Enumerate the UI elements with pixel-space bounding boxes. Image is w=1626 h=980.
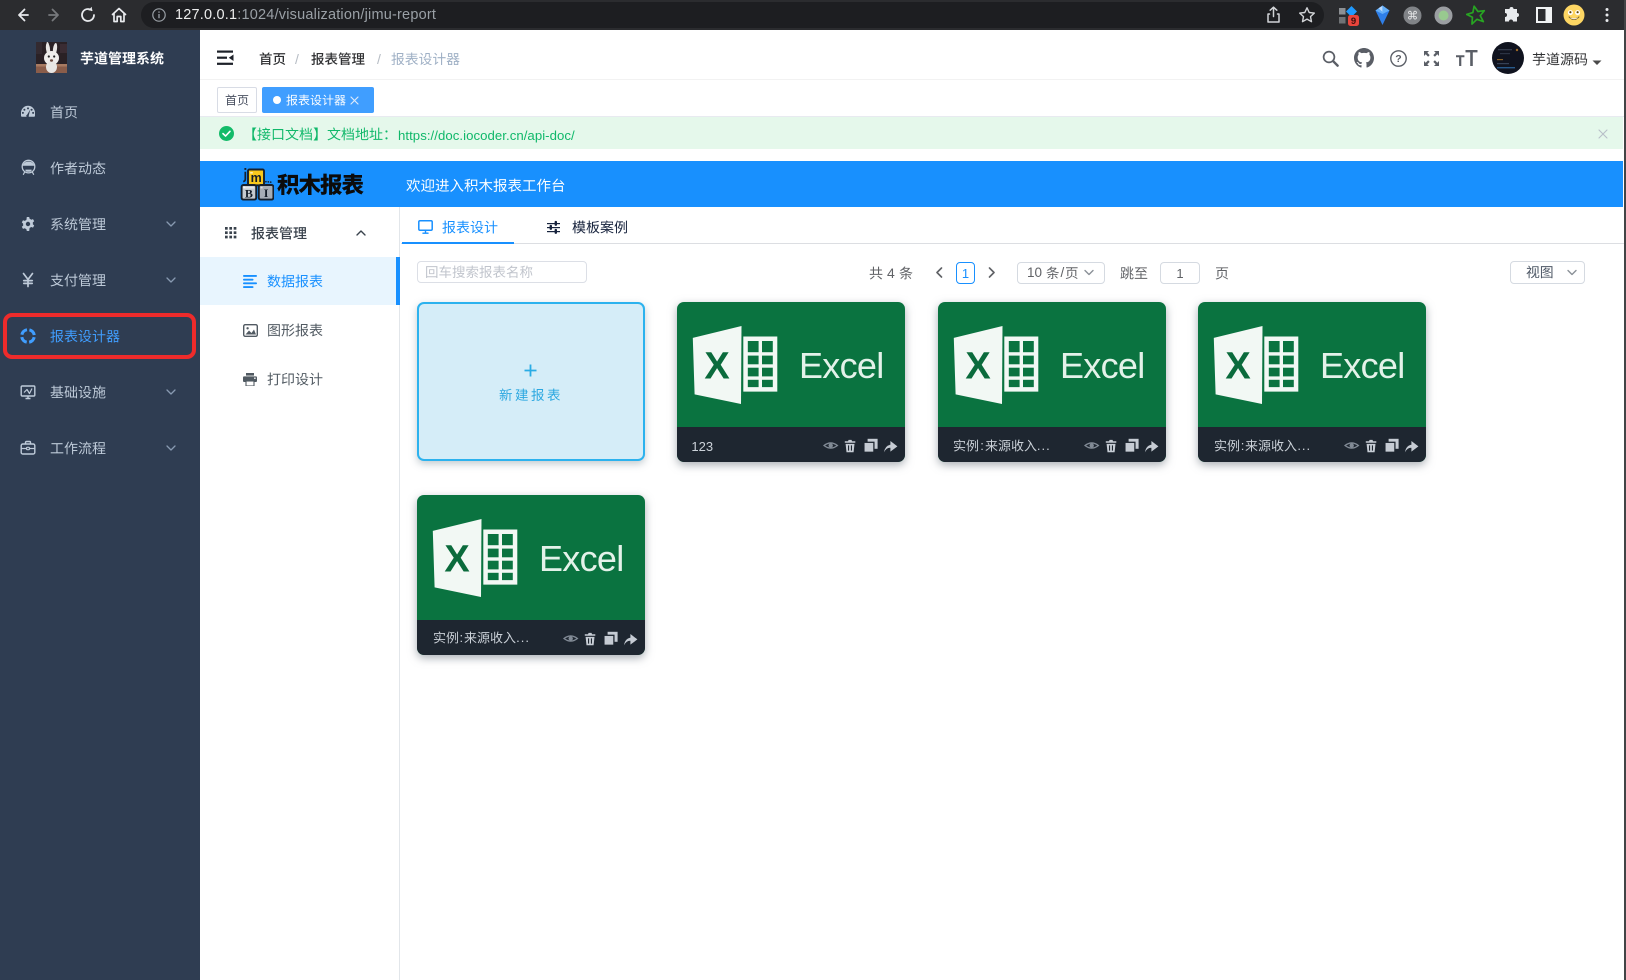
svg-text:⌘: ⌘ bbox=[1407, 10, 1419, 23]
svg-text:X: X bbox=[444, 538, 470, 580]
svg-text:Excel: Excel bbox=[1060, 345, 1145, 386]
svg-text:X: X bbox=[705, 346, 731, 388]
svg-text:?: ? bbox=[1395, 53, 1401, 65]
svg-text:B: B bbox=[245, 186, 253, 200]
svg-text:X: X bbox=[1226, 346, 1252, 388]
svg-text:X: X bbox=[965, 346, 991, 388]
svg-text:Excel: Excel bbox=[799, 345, 884, 386]
svg-text:Excel: Excel bbox=[539, 538, 624, 579]
svg-text:I: I bbox=[264, 186, 269, 200]
svg-text:Excel: Excel bbox=[1320, 345, 1405, 386]
svg-text:m: m bbox=[251, 171, 262, 185]
svg-text:9: 9 bbox=[1351, 16, 1356, 27]
